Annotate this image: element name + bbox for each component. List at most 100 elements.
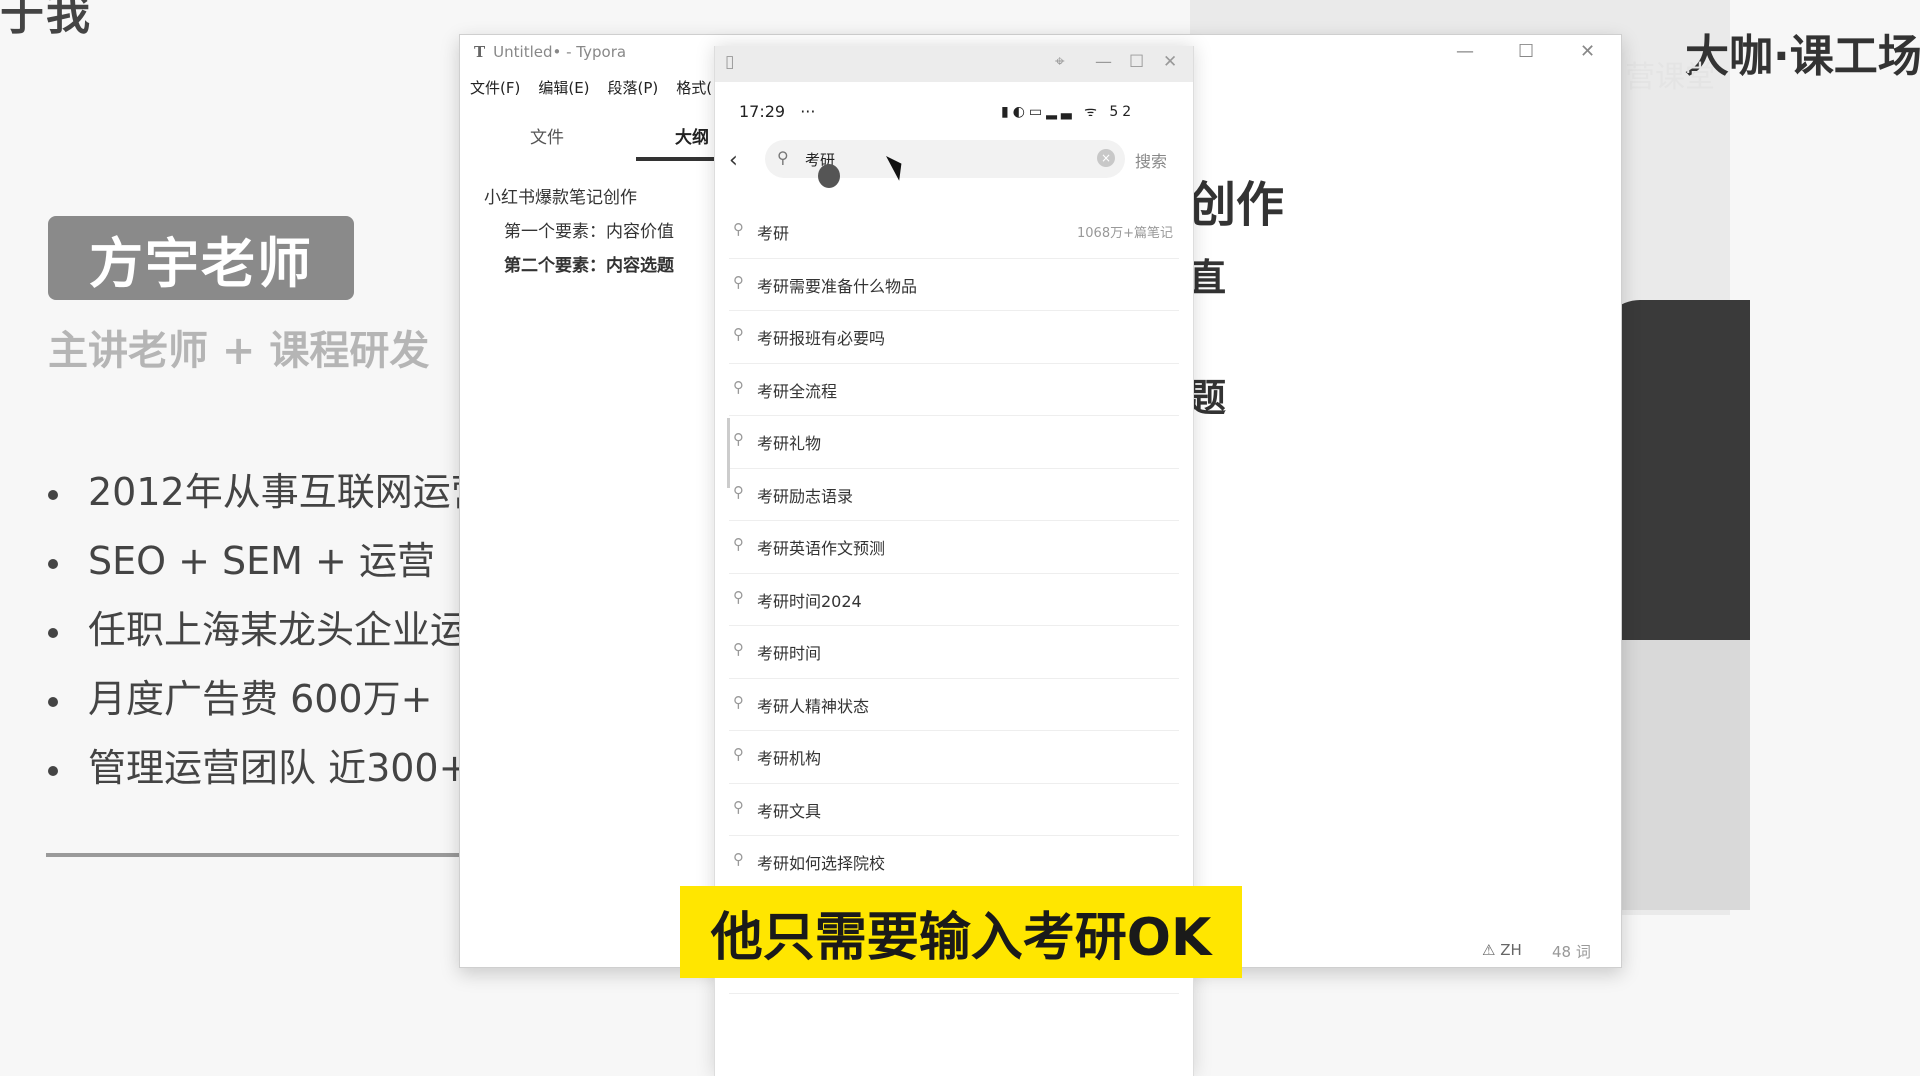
suggestion-text: 考研全流程 (757, 381, 838, 401)
suggestion-text: 考研礼物 (757, 434, 822, 453)
language-label: ZH (1500, 941, 1522, 959)
suggestion-item[interactable]: ⚲ 考研时间2024 (729, 574, 1179, 626)
warning-icon: ⚠ (1482, 941, 1496, 959)
suggestion-count: 1068万+篇笔记 (1077, 226, 1173, 241)
touch-indicator-icon (818, 164, 840, 188)
search-icon: ⚲ (733, 377, 744, 396)
tab-outline[interactable]: 大纲 (675, 123, 709, 148)
back-arrow-icon[interactable]: ‹ (729, 148, 738, 173)
suggestion-item[interactable]: ⚲ 考研报班有必要吗 (729, 311, 1179, 364)
maximize-button[interactable]: ☐ (1518, 41, 1534, 62)
maximize-button[interactable]: ☐ (1129, 52, 1144, 72)
status-icons: ▮◐▭▂▃ ᯤ 52 (1001, 104, 1136, 120)
bullet-icon (48, 558, 58, 569)
outline-item-h1[interactable]: 小红书爆款笔记创作 (484, 183, 674, 217)
menu-edit[interactable]: 编辑(E) (538, 79, 589, 97)
bio-item: 2012年从事互联网运营 (48, 462, 489, 531)
outline-item-h2[interactable]: 第一个要素：内容价值 (484, 217, 674, 251)
more-icon: ··· (800, 102, 816, 121)
bio-item: 任职上海某龙头企业运 (48, 600, 489, 669)
suggestion-text: 考研人精神状态 (757, 696, 870, 716)
suggestion-item[interactable]: ⚲ 考研时间 (729, 626, 1179, 679)
suggestion-text: 考研机构 (757, 749, 822, 768)
bio-text: SEO + SEM + 运营 (88, 539, 435, 583)
suggestion-item[interactable]: ⚲ 考研全流程 (729, 364, 1179, 416)
search-icon: ⚲ (733, 325, 744, 343)
suggestion-list: ⚲ 考研 1068万+篇笔记 ⚲ 考研需要准备什么物品 ⚲ 考研报班有必要吗 ⚲ 考研全流程 ⚲ 考… (729, 206, 1179, 994)
minimize-button[interactable]: — (1095, 52, 1112, 72)
phone-window-titlebar: ▯ ⌖ — ☐ ✕ (715, 46, 1193, 82)
slide-title: 于我 (0, 0, 92, 40)
minimize-button[interactable]: — (1456, 41, 1474, 62)
search-icon: ⚲ (733, 430, 744, 448)
doc-heading-fragment: 创作 (1188, 177, 1285, 233)
search-icon: ⚲ (733, 640, 744, 658)
search-input[interactable] (803, 146, 1087, 172)
suggestion-item[interactable]: ⚲ 考研机构 (729, 731, 1179, 784)
bullet-icon (48, 765, 58, 776)
search-button[interactable]: 搜索 (1135, 148, 1167, 172)
search-row: ‹ ⚲ × 搜索 (715, 138, 1193, 188)
teacher-name-badge: 方宇老师 (48, 216, 354, 300)
search-icon: ⚲ (733, 745, 744, 763)
clear-icon[interactable]: × (1097, 149, 1115, 167)
suggestion-item[interactable]: ⚲ 考研 1068万+篇笔记 (729, 206, 1179, 259)
bio-list: 2012年从事互联网运营 SEO + SEM + 运营 任职上海某龙头企业运 月度广告… (48, 462, 489, 807)
bio-text: 任职上海某龙头企业运 (88, 608, 469, 652)
menu-file[interactable]: 文件(F) (470, 79, 520, 97)
search-icon: ⚲ (733, 220, 744, 238)
teacher-role: 主讲老师 + 课程研发 (48, 328, 430, 374)
tab-files[interactable]: 文件 (530, 123, 564, 148)
bio-text: 管理运营团队 近300+ (88, 746, 471, 790)
bullet-icon (48, 696, 58, 707)
scroll-indicator[interactable] (727, 418, 730, 488)
bio-item: 月度广告费 600万+ (48, 669, 489, 738)
suggestion-text: 考研需要准备什么物品 (757, 276, 918, 296)
suggestion-item[interactable]: ⚲ 考研礼物 (729, 416, 1179, 469)
close-button[interactable]: ✕ (1163, 52, 1177, 72)
suggestion-text: 考研时间2024 (757, 591, 862, 611)
active-tab-indicator (636, 157, 716, 161)
outline-panel: 小红书爆款笔记创作 第一个要素：内容价值 第二个要素：内容选题 (484, 183, 674, 285)
window-title: T Untitled• - Typora (474, 43, 626, 61)
bio-item: 管理运营团队 近300+ (48, 738, 489, 807)
suggestion-text: 考研励志语录 (757, 486, 854, 506)
close-button[interactable]: ✕ (1580, 41, 1595, 62)
bio-item: SEO + SEM + 运营 (48, 531, 489, 600)
suggestion-text: 考研 (757, 224, 790, 243)
bullet-icon (48, 627, 58, 638)
suggestion-item[interactable]: ⚲ 考研需要准备什么物品 (729, 259, 1179, 311)
word-count[interactable]: 48 词 (1552, 941, 1591, 962)
bio-text: 月度广告费 600万+ (88, 677, 433, 721)
suggestion-item[interactable]: ⚲ 考研励志语录 (729, 469, 1179, 521)
suggestion-item[interactable]: ⚲ 考研如何选择院校 (729, 836, 1179, 889)
brand-subtitle: 营课堂 (1625, 60, 1715, 95)
video-subtitle: 他只需要输入考研OK (680, 886, 1242, 978)
outline-item-h2-active[interactable]: 第二个要素：内容选题 (484, 251, 674, 285)
status-time: 17:29 ··· (739, 102, 815, 121)
time-text: 17:29 (739, 102, 786, 121)
phone-app-icon: ▯ (725, 52, 735, 72)
suggestion-item[interactable]: ⚲ 考研人精神状态 (729, 679, 1179, 731)
suggestion-text: 考研如何选择院校 (757, 854, 886, 873)
bullet-icon (48, 489, 58, 500)
suggestion-item[interactable]: ⚲ 考研英语作文预测 (729, 521, 1179, 574)
search-icon: ⚲ (733, 797, 744, 816)
suggestion-text: 考研报班有必要吗 (757, 329, 886, 348)
suggestion-text: 考研时间 (757, 644, 822, 663)
search-icon: ⚲ (733, 587, 744, 606)
divider (46, 853, 466, 857)
menu-paragraph[interactable]: 段落(P) (608, 79, 659, 97)
menu-bar: 文件(F) 编辑(E) 段落(P) 格式( (470, 77, 730, 98)
search-icon: ⚲ (733, 482, 744, 501)
pin-icon[interactable]: ⌖ (1055, 52, 1065, 72)
search-icon: ⚲ (733, 692, 744, 711)
search-icon: ⚲ (733, 272, 744, 291)
status-language[interactable]: ⚠ ZH (1482, 941, 1522, 959)
bio-text: 2012年从事互联网运营 (88, 470, 489, 514)
suggestion-item[interactable]: ⚲ 考研文具 (729, 784, 1179, 836)
menu-format[interactable]: 格式( (676, 79, 712, 97)
search-icon: ⚲ (733, 850, 744, 868)
suggestion-text: 考研英语作文预测 (757, 539, 886, 558)
search-icon: ⚲ (777, 148, 789, 167)
